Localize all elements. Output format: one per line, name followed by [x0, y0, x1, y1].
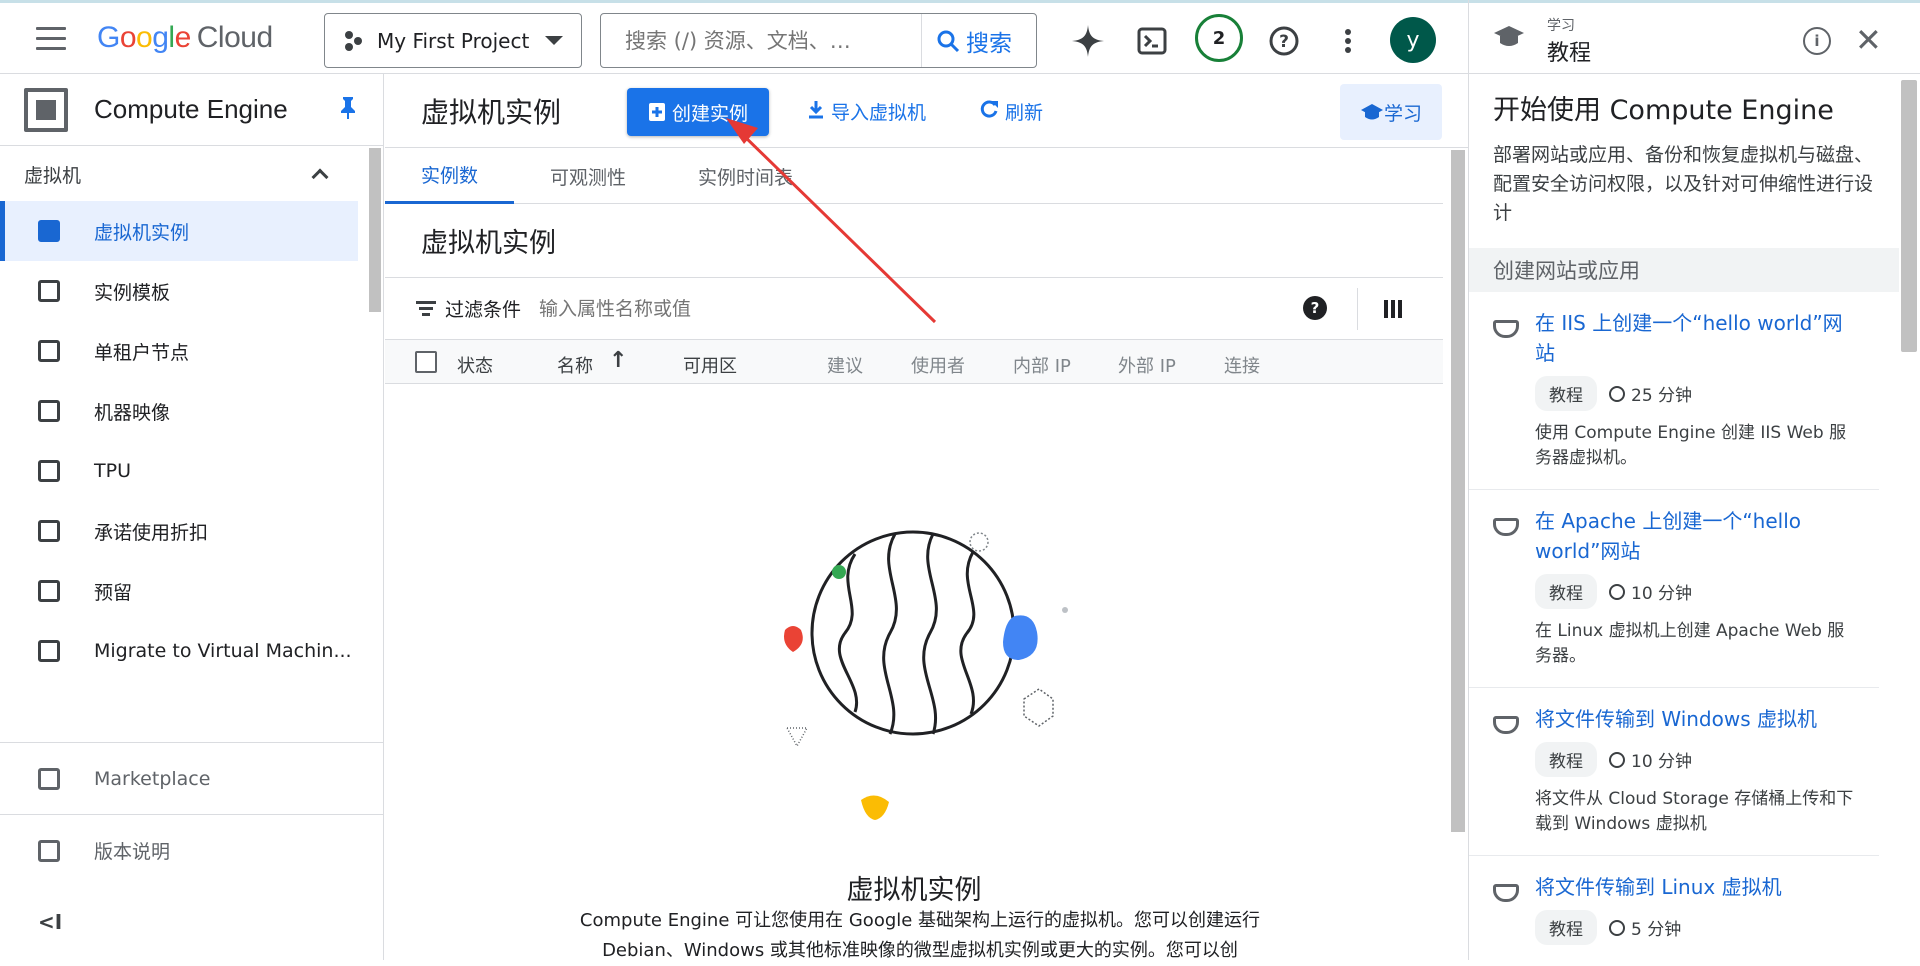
tutorial-card[interactable]: 将文件传输到 Windows 虚拟机 教程 10 分钟 将文件从 Cloud S…	[1469, 688, 1879, 856]
tutorial-tag: 教程	[1535, 910, 1597, 945]
panel-description: 部署网站或应用、备份和恢复虚拟机与磁盘、配置安全访问权限，以及针对可伸缩性进行设…	[1493, 144, 1874, 224]
tutorial-card[interactable]: 在 IIS 上创建一个“hello world”网站 教程 25 分钟 使用 C…	[1469, 292, 1879, 490]
clock-icon	[1609, 919, 1625, 936]
tutorial-panel: 学习 教程 i ✕ 开始使用 Compute Engine 部署网站或应用、备份…	[1468, 0, 1920, 960]
clock-icon	[1609, 583, 1625, 600]
panel-group-heading: 创建网站或应用	[1469, 248, 1899, 292]
panel-small-label: 学习	[1547, 18, 1575, 34]
tutorial-meta: 教程 10 分钟	[1535, 742, 1859, 777]
tutorial-duration: 25 分钟	[1631, 386, 1693, 406]
close-icon[interactable]: ✕	[1855, 21, 1882, 59]
info-icon[interactable]: i	[1803, 27, 1831, 55]
tutorial-meta: 教程 5 分钟	[1535, 910, 1859, 945]
tutorial-title[interactable]: 将文件传输到 Windows 虚拟机	[1535, 704, 1859, 734]
panel-title: 教程	[1547, 41, 1592, 66]
tutorial-description: 在 Linux 虚拟机上创建 Apache Web 服务器。	[1535, 621, 1845, 666]
panel-header: 学习 教程 i ✕	[1469, 0, 1920, 74]
tutorial-duration: 5 分钟	[1631, 920, 1682, 940]
tutorial-meta: 教程 10 分钟	[1535, 574, 1859, 609]
school-icon	[1493, 884, 1519, 902]
panel-scrollbar[interactable]	[1901, 80, 1917, 352]
tutorial-card[interactable]: 将文件传输到 Linux 虚拟机 教程 5 分钟	[1469, 856, 1879, 963]
tutorial-description: 将文件从 Cloud Storage 存储桶上传和下载到 Windows 虚拟机	[1535, 789, 1854, 834]
tutorial-duration: 10 分钟	[1631, 752, 1693, 772]
tutorial-tag: 教程	[1535, 574, 1597, 609]
tutorial-card[interactable]: 在 Apache 上创建一个“hello world”网站 教程 10 分钟 在…	[1469, 490, 1879, 688]
panel-heading: 开始使用 Compute Engine	[1493, 95, 1834, 126]
tutorial-tag: 教程	[1535, 376, 1597, 411]
tutorial-title[interactable]: 在 IIS 上创建一个“hello world”网站	[1535, 308, 1859, 368]
school-icon	[1493, 716, 1519, 734]
clock-icon	[1609, 385, 1625, 402]
tutorial-tag: 教程	[1535, 742, 1597, 777]
tutorial-duration: 10 分钟	[1631, 584, 1693, 604]
school-icon	[1493, 518, 1519, 536]
tutorial-title[interactable]: 将文件传输到 Linux 虚拟机	[1535, 872, 1859, 902]
tutorial-meta: 教程 25 分钟	[1535, 376, 1859, 411]
school-icon	[1493, 320, 1519, 338]
tutorial-description: 使用 Compute Engine 创建 IIS Web 服务器虚拟机。	[1535, 423, 1847, 468]
tutorial-title[interactable]: 在 Apache 上创建一个“hello world”网站	[1535, 506, 1859, 566]
panel-body: 开始使用 Compute Engine 部署网站或应用、备份和恢复虚拟机与磁盘、…	[1469, 78, 1899, 963]
school-icon	[1494, 26, 1524, 46]
clock-icon	[1609, 751, 1625, 768]
